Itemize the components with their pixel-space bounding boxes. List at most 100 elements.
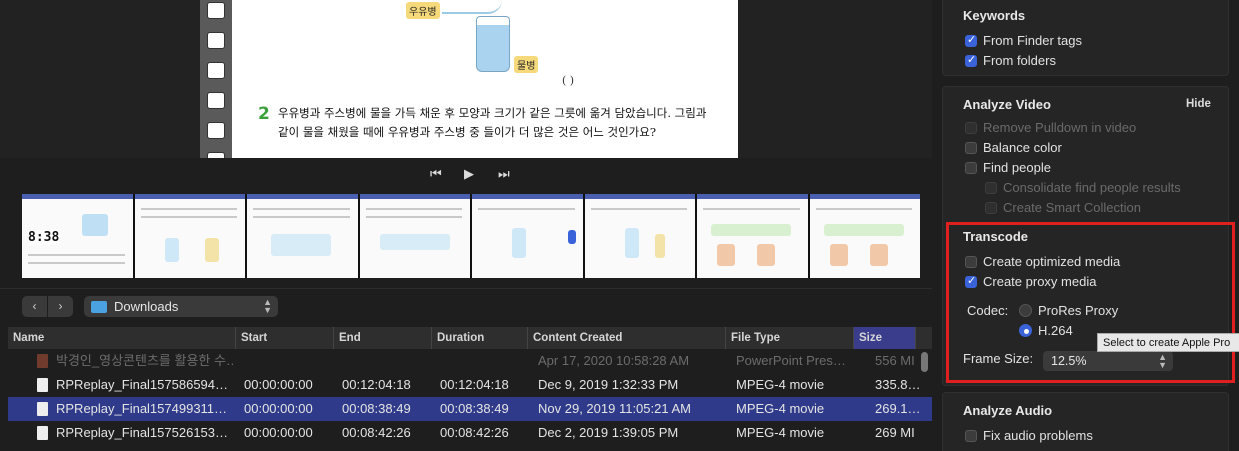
from-folders-checkbox[interactable]: From folders — [965, 53, 1056, 68]
document-icon — [37, 354, 48, 368]
analyze-audio-section: Analyze Audio Fix audio problems — [942, 392, 1229, 451]
checkbox-label: Find people — [983, 160, 1051, 175]
file-size: 335.8… — [875, 377, 919, 392]
table-row[interactable]: RPReplay_Final157586594… 00:00:00:00 00:… — [8, 373, 932, 397]
column-file-type[interactable]: File Type — [726, 327, 854, 349]
media-area: 우유병 물병 ( ) 2 우유병과 주스병에 물을 가득 채운 후 모양과 크기… — [0, 0, 932, 451]
transport-controls: ⏮ ▶ ⏭ — [0, 158, 932, 190]
play-icon[interactable]: ▶ — [464, 166, 474, 182]
file-end: 00:08:38:49 — [342, 401, 411, 416]
checkbox-label: Consolidate find people results — [1003, 180, 1181, 195]
transcode-highlight-box — [946, 222, 1235, 383]
chevron-updown-icon: ▲ ▼ — [263, 297, 272, 315]
film-hole — [207, 62, 225, 79]
checkbox-checked[interactable] — [965, 33, 977, 47]
file-start: 00:00:00:00 — [244, 377, 313, 392]
find-people-checkbox[interactable]: Find people — [965, 160, 1051, 175]
water-bottle-illustration — [476, 16, 510, 72]
back-button[interactable]: ‹ — [22, 296, 47, 317]
milk-bottle-label: 우유병 — [406, 2, 440, 19]
viewer-frame: 우유병 물병 ( ) 2 우유병과 주스병에 물을 가득 채운 후 모양과 크기… — [200, 0, 738, 158]
keywords-section: Keywords From Finder tags From folders — [942, 0, 1229, 76]
tooltip: Select to create Apple Pro — [1097, 333, 1239, 352]
file-name: 박경인_영상콘텐츠를 활용한 수… — [56, 353, 234, 368]
file-duration: 00:08:38:49 — [440, 401, 509, 416]
water-bottle-label: 물병 — [514, 56, 539, 73]
pour-illustration — [442, 0, 502, 14]
film-hole — [207, 32, 225, 49]
table-scrollbar[interactable] — [921, 352, 928, 372]
analyze-audio-title: Analyze Audio — [963, 403, 1053, 418]
film-strip-edge — [200, 0, 232, 169]
film-hole — [207, 92, 225, 109]
filmstrip-thumbnail[interactable]: 8:38 — [22, 194, 133, 278]
filmstrip-thumbnail[interactable] — [472, 194, 583, 278]
checkbox-checked[interactable] — [965, 53, 977, 67]
table-row-selected[interactable]: RPReplay_Final157499311… 00:00:00:00 00:… — [8, 397, 932, 421]
file-duration: 00:12:04:18 — [440, 377, 509, 392]
question-text: 우유병과 주스병에 물을 가득 채운 후 모양과 크기가 같은 그릇에 옮겨 담… — [278, 106, 707, 139]
skip-back-icon[interactable]: ⏮ — [430, 166, 442, 182]
analyze-video-title: Analyze Video — [963, 97, 1051, 112]
answer-blank: ( ) — [562, 74, 575, 87]
file-size: 556 MI — [875, 353, 915, 368]
filmstrip-thumbnail[interactable] — [247, 194, 358, 278]
table-row[interactable]: 박경인_영상콘텐츠를 활용한 수… Apr 17, 2020 10:58:28 … — [8, 349, 932, 373]
clip-filmstrip[interactable]: 8:38 — [22, 194, 920, 278]
file-type: PowerPoint Pres… — [736, 353, 846, 368]
file-name: RPReplay_Final157586594… — [56, 377, 229, 392]
question-number: 2 — [258, 104, 270, 124]
filmstrip-thumbnail[interactable] — [584, 194, 695, 278]
file-duration: 00:08:42:26 — [440, 425, 509, 440]
column-size[interactable]: Size — [854, 327, 916, 349]
filmstrip-thumbnail[interactable] — [697, 194, 808, 278]
from-finder-tags-checkbox[interactable]: From Finder tags — [965, 33, 1082, 48]
file-type: MPEG-4 movie — [736, 401, 825, 416]
import-browser-bar: ‹ › Downloads ▲ ▼ — [0, 288, 932, 324]
skip-forward-icon[interactable]: ⏭ — [498, 166, 510, 182]
checkbox-label: Fix audio problems — [983, 428, 1093, 443]
file-start: 00:00:00:00 — [244, 425, 313, 440]
file-end: 00:08:42:26 — [342, 425, 411, 440]
filmstrip-thumbnail[interactable] — [359, 194, 470, 278]
column-content-created[interactable]: Content Created — [528, 327, 726, 349]
filmstrip-thumbnail[interactable] — [809, 194, 920, 278]
smart-collection-checkbox[interactable]: Create Smart Collection — [985, 200, 1141, 215]
column-start[interactable]: Start — [236, 327, 334, 349]
timecode-overlay: 8:38 — [28, 230, 60, 245]
location-popup[interactable]: Downloads ▲ ▼ — [84, 296, 278, 317]
consolidate-checkbox[interactable]: Consolidate find people results — [985, 180, 1181, 195]
file-list-table: Name Start End Duration Content Created … — [8, 327, 932, 451]
column-name[interactable]: Name — [8, 327, 236, 349]
checkbox-label: Create Smart Collection — [1003, 200, 1141, 215]
file-created: Nov 29, 2019 11:05:21 AM — [538, 401, 691, 416]
movie-file-icon — [37, 378, 48, 392]
movie-file-icon — [37, 402, 48, 416]
file-type: MPEG-4 movie — [736, 377, 825, 392]
movie-file-icon — [37, 426, 48, 440]
checkbox-label: From folders — [983, 53, 1056, 68]
column-end[interactable]: End — [334, 327, 432, 349]
checkbox-label: From Finder tags — [983, 33, 1082, 48]
folder-icon — [91, 301, 107, 313]
balance-color-checkbox[interactable]: Balance color — [965, 140, 1062, 155]
file-created: Dec 2, 2019 1:39:05 PM — [538, 425, 679, 440]
column-duration[interactable]: Duration — [432, 327, 528, 349]
hide-button[interactable]: Hide — [1186, 98, 1211, 110]
file-end: 00:12:04:18 — [342, 377, 411, 392]
remove-pulldown-checkbox[interactable]: Remove Pulldown in video — [965, 120, 1136, 135]
checkbox-label: Balance color — [983, 140, 1062, 155]
film-hole — [207, 122, 225, 139]
table-row[interactable]: RPReplay_Final157526153… 00:00:00:00 00:… — [8, 421, 932, 445]
file-created: Dec 9, 2019 1:32:33 PM — [538, 377, 679, 392]
file-name: RPReplay_Final157526153… — [56, 425, 229, 440]
filmstrip-thumbnail[interactable] — [134, 194, 245, 278]
keywords-title: Keywords — [963, 8, 1026, 23]
fix-audio-checkbox[interactable]: Fix audio problems — [965, 428, 1093, 443]
location-label: Downloads — [114, 299, 179, 314]
file-size: 269.1… — [875, 401, 919, 416]
forward-button[interactable]: › — [48, 296, 73, 317]
file-created: Apr 17, 2020 10:58:28 AM — [538, 353, 690, 368]
file-name: RPReplay_Final157499311… — [56, 401, 228, 416]
viewer: 우유병 물병 ( ) 2 우유병과 주스병에 물을 가득 채운 후 모양과 크기… — [0, 0, 932, 169]
